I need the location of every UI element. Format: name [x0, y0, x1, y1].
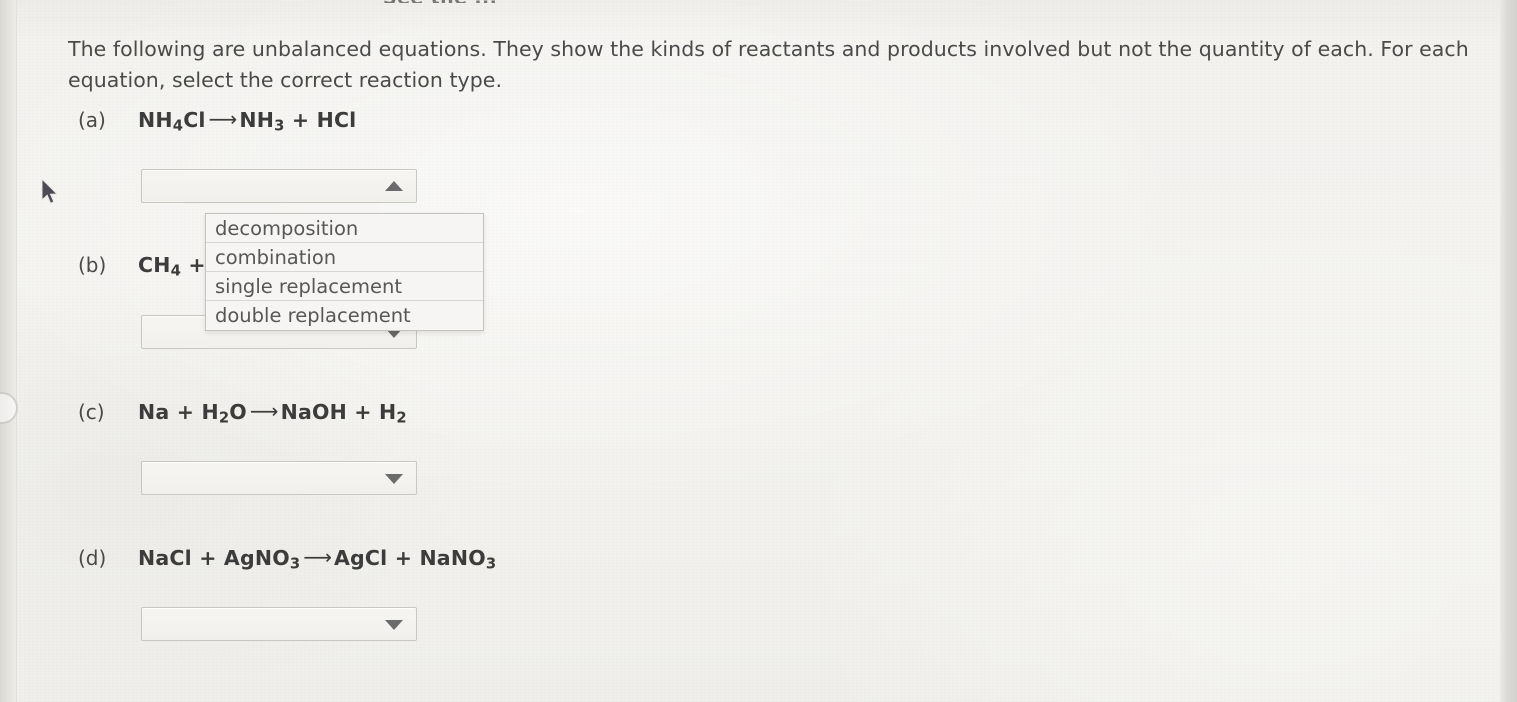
- reaction-type-select-c[interactable]: [141, 461, 417, 495]
- screenshot-page: See the ... The following are unbalanced…: [0, 0, 1517, 702]
- reaction-type-select-d[interactable]: [141, 607, 417, 641]
- question-row-c: (c) Na + H2O ⟶ NaOH + H2: [78, 399, 407, 427]
- question-prompt: The following are unbalanced equations. …: [68, 34, 1500, 96]
- question-row-a: (a) NH4Cl ⟶ NH3 + HCl: [78, 107, 357, 135]
- dropdown-option-decomposition[interactable]: decomposition: [206, 214, 483, 243]
- reaction-type-select-a[interactable]: [141, 169, 417, 203]
- chevron-down-icon[interactable]: [385, 474, 403, 484]
- question-label-a: (a): [78, 108, 106, 132]
- left-gutter-line: [16, 0, 17, 702]
- equation-a: NH4Cl ⟶ NH3 + HCl: [138, 107, 357, 135]
- reaction-arrow-icon: ⟶: [249, 399, 279, 423]
- paper-texture-grain: [0, 0, 1517, 702]
- reaction-arrow-icon: ⟶: [208, 107, 238, 131]
- dropdown-option-single-replacement[interactable]: single replacement: [206, 272, 483, 301]
- mouse-cursor-icon: [40, 177, 62, 208]
- equation-b: CH4 +: [138, 253, 206, 280]
- dropdown-option-combination[interactable]: combination: [206, 243, 483, 272]
- equation-c: Na + H2O ⟶ NaOH + H2: [138, 399, 407, 427]
- left-edge-smudge-circle: [0, 392, 18, 424]
- prompt-line-1: The following are unbalanced equations. …: [68, 37, 1312, 61]
- reaction-type-dropdown-list[interactable]: decomposition combination single replace…: [205, 213, 484, 331]
- question-row-d: (d) NaCl + AgNO3 ⟶ AgCl + NaNO3: [78, 545, 497, 573]
- cutoff-header-sliver: See the ...: [383, 0, 623, 3]
- reaction-arrow-icon: ⟶: [303, 545, 332, 569]
- question-row-b: (b) CH4 +: [78, 253, 206, 280]
- question-label-c: (c): [78, 400, 105, 424]
- equation-d: NaCl + AgNO3 ⟶ AgCl + NaNO3: [138, 545, 497, 573]
- left-page-gutter: [0, 0, 17, 702]
- chevron-down-icon[interactable]: [385, 620, 403, 630]
- chevron-up-icon[interactable]: [385, 181, 403, 191]
- dropdown-option-double-replacement[interactable]: double replacement: [206, 301, 483, 330]
- question-label-d: (d): [78, 546, 107, 570]
- paper-texture-highlights: [0, 0, 1517, 702]
- right-page-gutter: [1500, 0, 1517, 702]
- question-label-b: (b): [78, 253, 107, 277]
